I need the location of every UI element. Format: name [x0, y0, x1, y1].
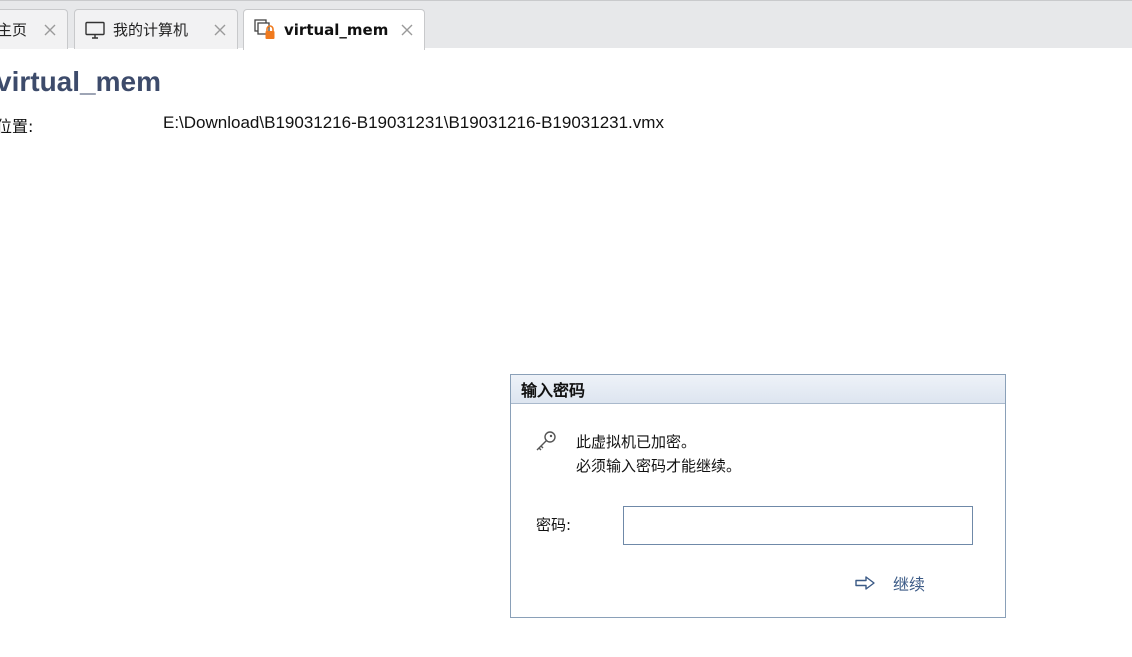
close-icon[interactable]	[213, 23, 227, 37]
dialog-message-line1: 此虚拟机已加密。	[576, 433, 697, 451]
tab-bar: 主页 我的计算机 virtual_mem	[0, 0, 1132, 50]
locked-vm-icon	[254, 19, 276, 41]
tab-my-computer[interactable]: 我的计算机	[74, 9, 238, 49]
tab-home[interactable]: 主页	[0, 9, 68, 49]
tab-virtual-mem[interactable]: virtual_mem	[243, 9, 425, 50]
location-value: E:\Download\B19031216-B19031231\B1903121…	[163, 113, 664, 132]
page-title: virtual_mem	[0, 66, 161, 97]
continue-button[interactable]: 继续	[855, 571, 925, 595]
password-input[interactable]	[623, 506, 973, 545]
tab-my-computer-label: 我的计算机	[113, 21, 189, 39]
dialog-message-line2: 必须输入密码才能继续。	[576, 457, 742, 475]
tab-home-label: 主页	[0, 21, 28, 39]
key-icon	[535, 430, 557, 456]
password-dialog: 输入密码 此虚拟机已加密。 必须输入密码才能继续。 密码: 继续	[510, 374, 1006, 618]
close-icon[interactable]	[43, 23, 57, 37]
tab-virtual-mem-label: virtual_mem	[284, 21, 389, 39]
location-label: 位置:	[0, 117, 34, 136]
password-label: 密码:	[536, 516, 572, 534]
continue-label: 继续	[893, 575, 926, 594]
dialog-title: 输入密码	[511, 375, 1005, 404]
arrow-right-icon	[855, 576, 875, 590]
close-icon[interactable]	[400, 23, 414, 37]
monitor-icon	[85, 21, 105, 39]
